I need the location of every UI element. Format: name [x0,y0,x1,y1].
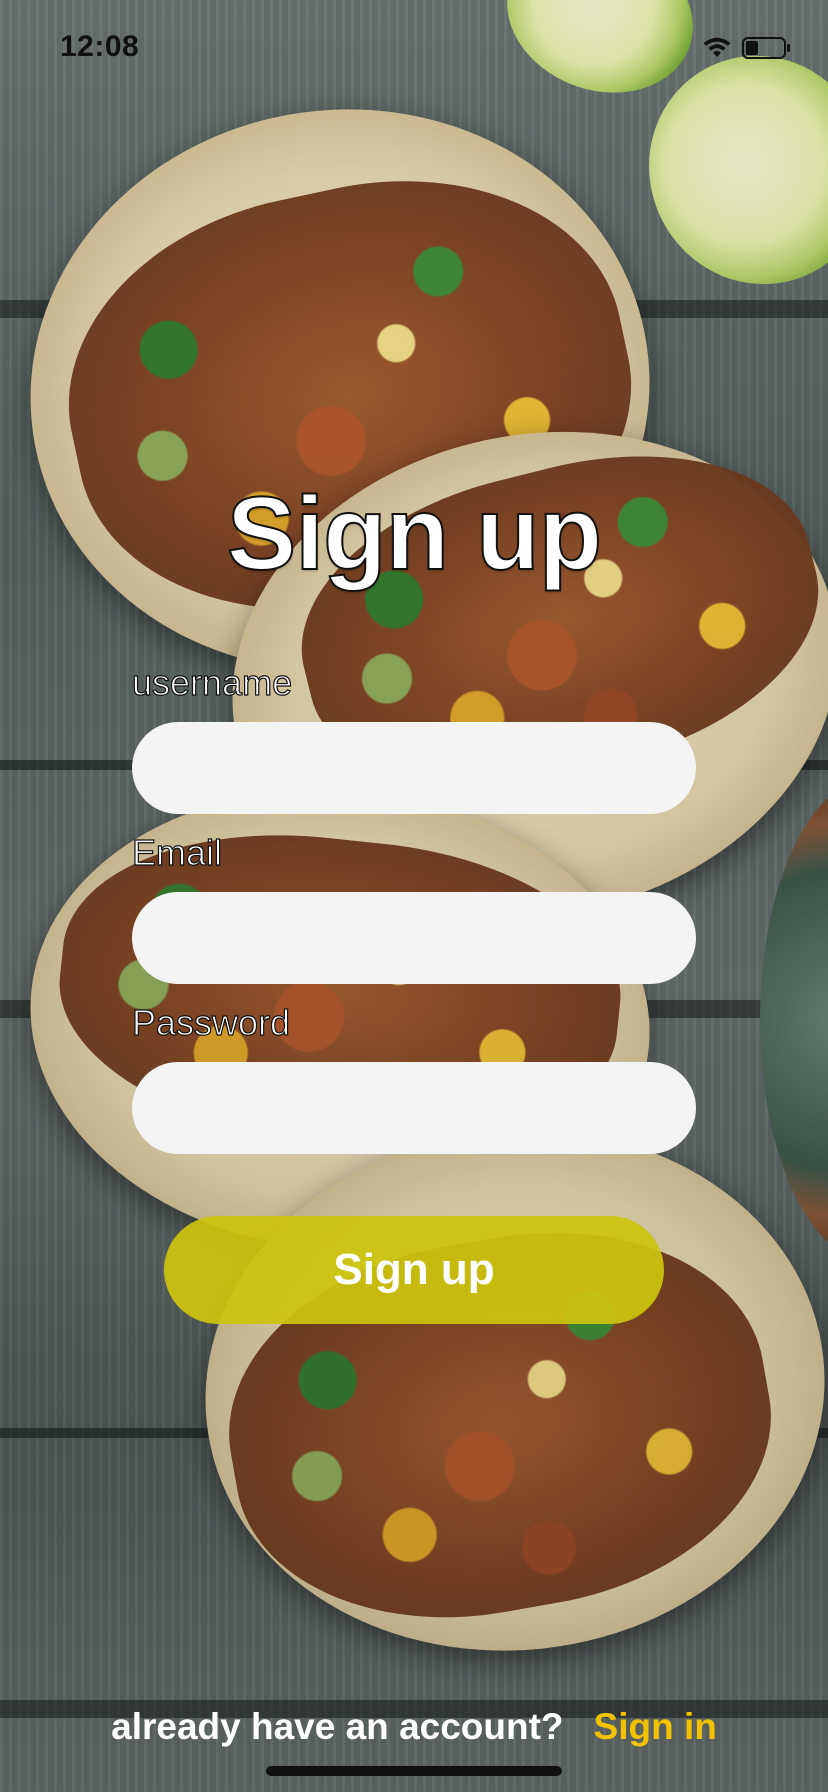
password-field[interactable] [132,1062,696,1154]
sign-in-link[interactable]: Sign in [594,1706,717,1748]
password-label: Password [131,1001,291,1043]
email-field[interactable] [132,892,696,984]
username-label: username [131,661,293,703]
account-prompt: already have an account? [111,1706,564,1747]
username-field[interactable] [132,722,696,814]
sign-up-button[interactable]: Sign up [164,1216,664,1324]
page-title: Sign up [226,475,603,593]
status-time: 12:08 [60,30,140,63]
battery-icon [742,37,790,59]
home-indicator[interactable] [266,1766,562,1776]
footer: already have an account? Sign in [0,1706,828,1748]
wifi-icon [703,37,731,57]
email-label: Email [131,831,223,873]
status-icons [702,36,792,60]
